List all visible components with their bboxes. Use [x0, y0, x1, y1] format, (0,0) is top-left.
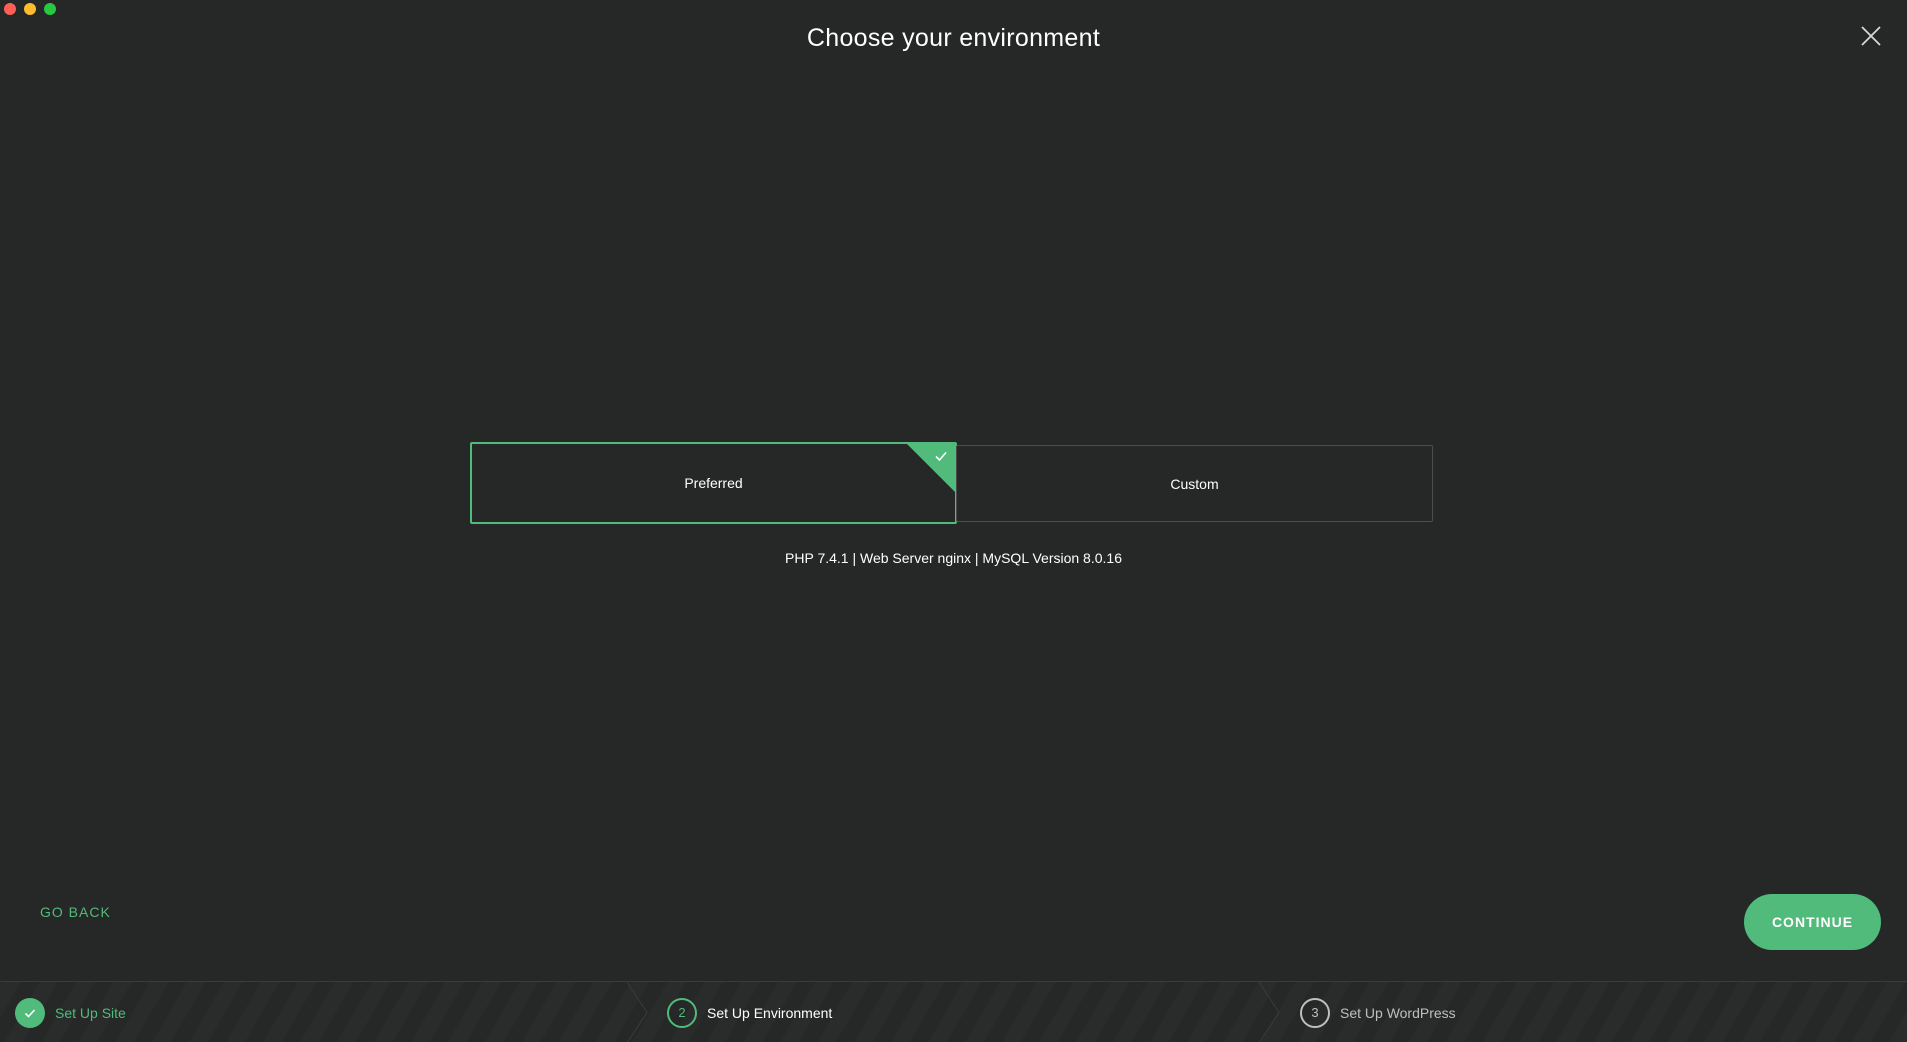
continue-button[interactable]: CONTINUE — [1744, 894, 1881, 950]
option-preferred-label: Preferred — [684, 475, 743, 491]
checkmark-icon — [935, 451, 947, 462]
app-window: Choose your environment Preferred Custom… — [0, 0, 1907, 1042]
option-preferred[interactable]: Preferred — [470, 442, 957, 524]
environment-options: Preferred Custom — [470, 442, 1433, 524]
step-set-up-environment: 2 Set Up Environment — [667, 982, 832, 1042]
checkmark-icon — [24, 1008, 36, 1018]
chevron-right-icon — [626, 982, 648, 1042]
window-controls — [4, 3, 56, 15]
steps-bar: Set Up Site 2 Set Up Environment 3 Set U… — [0, 981, 1907, 1042]
page-title: Choose your environment — [806, 24, 1101, 52]
chevron-right-icon — [1258, 982, 1280, 1042]
option-custom[interactable]: Custom — [956, 445, 1433, 522]
step-label: Set Up WordPress — [1340, 1004, 1456, 1021]
environment-info: PHP 7.4.1 | Web Server nginx | MySQL Ver… — [785, 550, 1122, 566]
window-maximize-button[interactable] — [44, 3, 56, 15]
option-custom-label: Custom — [1170, 475, 1219, 492]
go-back-button[interactable]: GO BACK — [40, 904, 111, 920]
step-complete-badge — [15, 997, 45, 1028]
close-button[interactable] — [1859, 24, 1883, 48]
step-number: 3 — [1300, 997, 1330, 1028]
close-icon — [1861, 26, 1881, 46]
window-close-button[interactable] — [4, 3, 16, 15]
step-label: Set Up Environment — [707, 1004, 833, 1021]
window-minimize-button[interactable] — [24, 3, 36, 15]
step-set-up-wordpress: 3 Set Up WordPress — [1300, 982, 1456, 1042]
step-label: Set Up Site — [55, 1004, 126, 1021]
step-set-up-site: Set Up Site — [15, 982, 126, 1042]
step-number: 2 — [667, 997, 697, 1028]
